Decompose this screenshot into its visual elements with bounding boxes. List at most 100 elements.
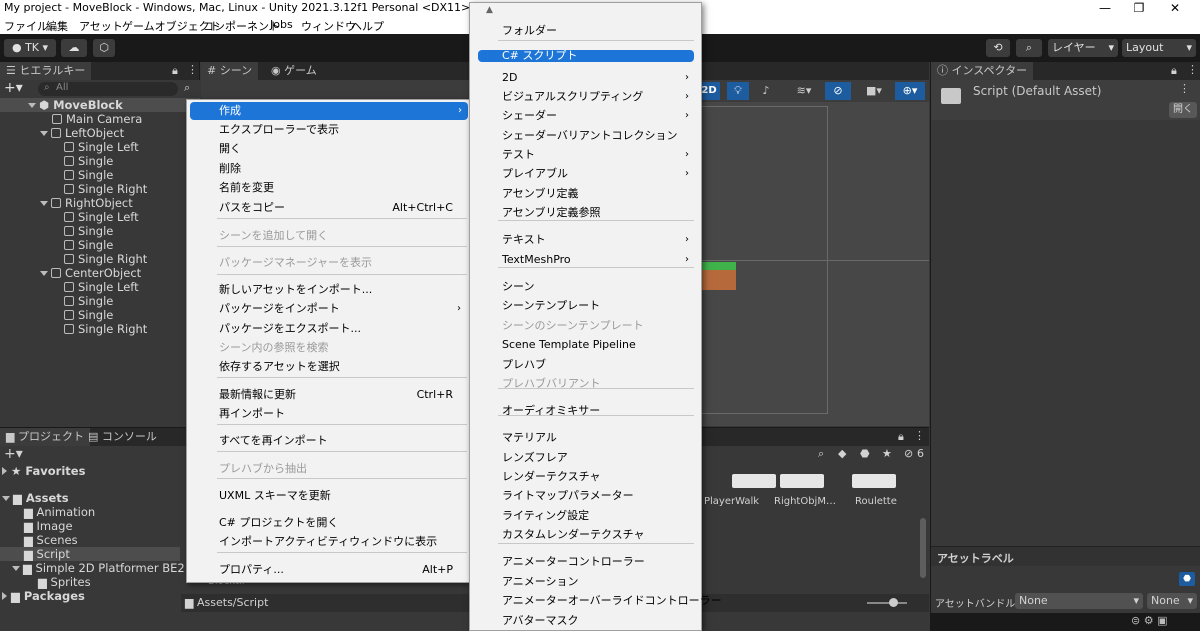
minimize-button[interactable]: — xyxy=(1090,0,1120,16)
submenu-item[interactable]: マテリアル xyxy=(470,429,701,447)
hierarchy-item[interactable]: Single xyxy=(64,294,113,308)
hierarchy-item[interactable]: Single Right xyxy=(64,182,147,196)
tab-console[interactable]: ▤ コンソール xyxy=(82,428,163,446)
menu-window[interactable]: ウィンドウ xyxy=(301,18,356,34)
hierarchy-item[interactable]: Main Camera xyxy=(52,112,142,126)
zoom-slider[interactable] xyxy=(867,602,907,604)
scroll-up-icon[interactable]: ▲ xyxy=(486,5,493,15)
search-icon[interactable]: ⌕ xyxy=(1016,39,1042,57)
menu-component[interactable]: コンポーネント xyxy=(203,18,280,34)
tree-item-favorites[interactable]: ★ Favorites xyxy=(2,464,85,478)
lock-icon[interactable]: 🔒︎ xyxy=(1171,64,1177,78)
hierarchy-item[interactable]: Single Right xyxy=(64,252,147,266)
tag-icon[interactable]: ⬣ xyxy=(1179,572,1195,586)
submenu-item[interactable]: シェーダーバリアントコレクション xyxy=(470,127,701,145)
scene-row[interactable]: ⬢ MoveBlock xyxy=(0,98,200,112)
submenu-item[interactable]: アセンブリ定義 xyxy=(470,185,701,203)
cloud-icon[interactable]: ☁ xyxy=(61,39,87,57)
menu-assets[interactable]: アセット xyxy=(79,18,123,34)
tree-item-selected[interactable]: ▆ Script xyxy=(0,547,180,561)
asset-label[interactable]: Roulette xyxy=(855,496,897,507)
context-menu-item[interactable]: UXML スキーマを更新 xyxy=(187,487,469,505)
menu-jobs[interactable]: Jobs xyxy=(270,18,293,31)
submenu-item[interactable]: シーンテンプレート xyxy=(470,297,701,315)
filter-icon[interactable]: ⌕ xyxy=(184,81,190,95)
layers-dropdown[interactable]: レイヤー ▾ xyxy=(1048,39,1118,57)
submenu-item[interactable]: ライティング設定 xyxy=(470,507,701,525)
scrollbar[interactable] xyxy=(920,518,926,578)
tab-scene[interactable]: # シーン xyxy=(201,62,259,80)
submenu-item[interactable]: プレイアブル › xyxy=(470,165,701,183)
context-menu-item[interactable]: 依存するアセットを選択 xyxy=(187,358,469,376)
camera-icon[interactable]: ■▾ xyxy=(857,82,891,100)
submenu-item[interactable]: TextMeshPro › xyxy=(470,251,701,269)
asset-bundle-dropdown[interactable]: None ▾ xyxy=(1015,593,1143,609)
menu-help[interactable]: ヘルプ xyxy=(351,18,384,34)
submenu-item[interactable]: アニメーターコントローラー xyxy=(470,553,701,571)
account-button[interactable]: ● TK ▾ xyxy=(4,39,56,57)
more-icon[interactable]: ⋮ xyxy=(1187,63,1198,76)
submenu-item[interactable]: アバターマスク xyxy=(470,612,701,630)
context-menu-item[interactable]: 作成 › xyxy=(190,102,468,120)
script-asset-icon[interactable] xyxy=(780,474,824,488)
tree-item[interactable]: ▆ Image xyxy=(24,519,73,533)
hierarchy-item[interactable]: RightObject xyxy=(40,196,133,210)
search-by-type-icon[interactable]: ⌕ xyxy=(818,447,824,461)
script-asset-icon[interactable] xyxy=(852,474,896,488)
context-menu-item[interactable]: 名前を変更 xyxy=(187,179,469,197)
filter-type-icon[interactable]: ◆ xyxy=(838,447,846,460)
more-icon[interactable]: ⋮ xyxy=(914,429,925,442)
hierarchy-item[interactable]: CenterObject xyxy=(40,266,141,280)
context-menu-item[interactable]: 再インポート xyxy=(187,405,469,423)
tab-hierarchy[interactable]: ☰ ヒエラルキー xyxy=(0,62,92,80)
context-menu-item[interactable]: パッケージをエクスポート... xyxy=(187,320,469,338)
context-menu-item[interactable]: すべてを再インポート xyxy=(187,432,469,450)
gizmos-icon[interactable]: ⊕▾ xyxy=(895,82,925,100)
audio-icon[interactable]: ♪ xyxy=(755,82,777,100)
context-menu-item[interactable]: エクスプローラーで表示 xyxy=(187,121,469,139)
asset-label[interactable]: RightObjM… xyxy=(774,496,836,507)
submenu-item[interactable]: シーン xyxy=(470,278,701,296)
submenu-item[interactable]: プレハブ xyxy=(470,356,701,374)
submenu-item[interactable]: C# スクリプト xyxy=(478,50,694,62)
visibility-icon[interactable]: ⊘ xyxy=(825,82,851,100)
hierarchy-item[interactable]: Single xyxy=(64,168,113,182)
hierarchy-item[interactable]: Single Right xyxy=(64,322,147,336)
script-asset-icon[interactable] xyxy=(732,474,776,488)
submenu-item[interactable]: オーディオミキサー xyxy=(470,402,701,420)
effects-icon[interactable]: ≋▾ xyxy=(787,82,821,100)
submenu-item[interactable]: アニメーション xyxy=(470,573,701,591)
menu-file[interactable]: ファイル xyxy=(4,18,48,34)
more-icon[interactable]: ⋮ xyxy=(187,63,198,76)
platform-block[interactable] xyxy=(698,270,736,290)
menu-edit[interactable]: 編集 xyxy=(46,18,68,34)
submenu-item[interactable]: ビジュアルスクリプティング › xyxy=(470,88,701,106)
context-menu-item[interactable]: 新しいアセットをインポート... xyxy=(187,281,469,299)
maximize-button[interactable]: ❐ xyxy=(1124,0,1154,16)
lock-icon[interactable]: 🔒︎ xyxy=(172,64,178,78)
hierarchy-item[interactable]: Single Left xyxy=(64,280,139,294)
submenu-item[interactable]: アセンブリ定義参照 xyxy=(470,204,701,222)
hidden-count-icon[interactable]: ⊘ xyxy=(904,447,913,460)
asset-variant-dropdown[interactable]: None ▾ xyxy=(1147,593,1197,609)
asset-label[interactable]: PlayerWalk xyxy=(704,496,759,507)
lighting-icon[interactable]: 💡︎ xyxy=(727,82,749,100)
tree-item-assets[interactable]: ▆ Assets xyxy=(2,491,69,505)
more-icon[interactable]: ⋮ xyxy=(1179,82,1190,95)
label-icon[interactable]: ⬣ xyxy=(860,447,870,460)
submenu-item[interactable]: カスタムレンダーテクスチャ xyxy=(470,526,701,544)
hierarchy-item[interactable]: Single Left xyxy=(64,140,139,154)
context-menu-item[interactable]: 削除 xyxy=(187,160,469,178)
search-input[interactable]: ⌕ All xyxy=(38,82,178,96)
submenu-item[interactable]: レンズフレア xyxy=(470,449,701,467)
add-asset-button[interactable]: +▾ xyxy=(4,446,23,462)
context-menu-item[interactable]: C# プロジェクトを開く xyxy=(187,514,469,532)
tree-item[interactable]: ▆ Scenes xyxy=(24,533,78,547)
hierarchy-item[interactable]: Single xyxy=(64,154,113,168)
hierarchy-item[interactable]: LeftObject xyxy=(40,126,124,140)
context-menu-item[interactable]: 開く xyxy=(187,140,469,158)
close-button[interactable]: ✕ xyxy=(1160,0,1190,16)
context-menu-item[interactable]: パッケージをインポート › xyxy=(187,300,469,318)
submenu-item[interactable]: シェーダー › xyxy=(470,107,701,125)
tree-item[interactable]: ▆ Simple 2D Platformer BE2 xyxy=(12,561,185,575)
